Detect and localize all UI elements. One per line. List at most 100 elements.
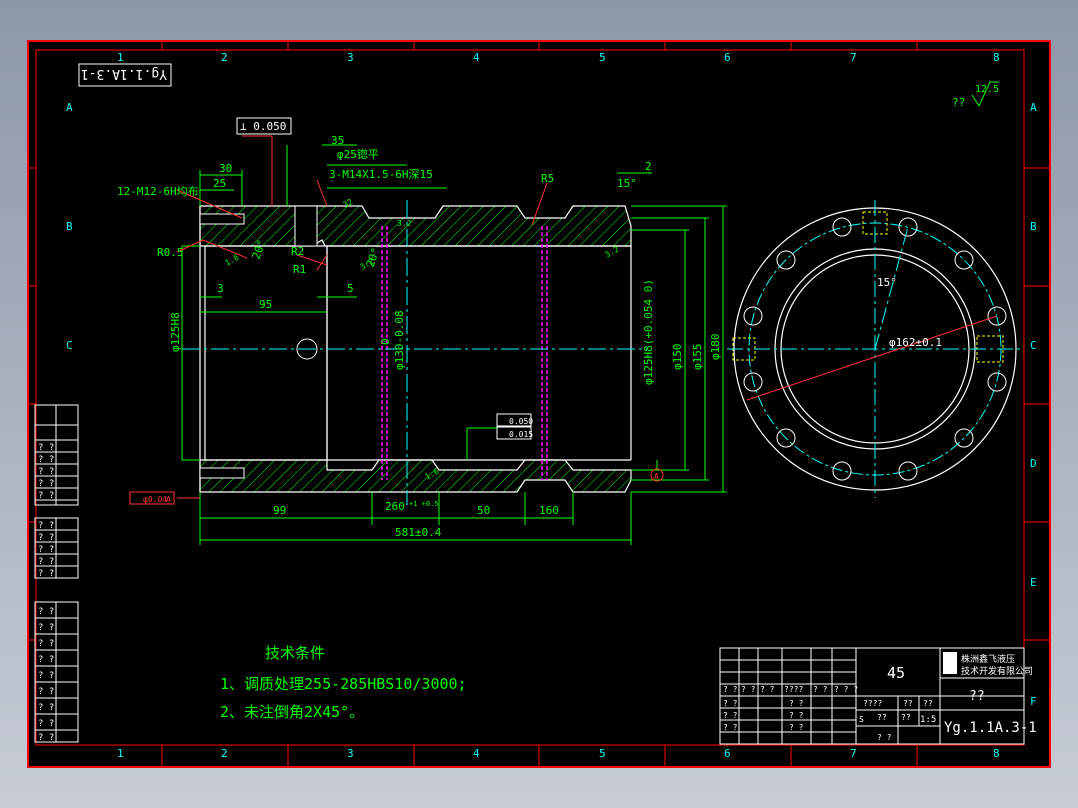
end-thread-bottom — [199, 467, 245, 479]
end-view: φ162±0.1 15° — [727, 200, 1023, 498]
col-bot-1: 1 — [117, 747, 124, 760]
drawing-sheet: 1 2 3 4 5 6 7 8 1 2 3 4 5 6 7 8 A B C A … — [27, 40, 1051, 768]
coax-ref: A — [166, 495, 171, 504]
inner-frame — [35, 49, 1025, 746]
tb-mark: S — [859, 715, 864, 724]
col-top-4: 4 — [473, 51, 480, 64]
dim-r1: R1 — [293, 263, 306, 276]
side-mark: ? ? — [38, 733, 54, 743]
notes-line-2: 2、未注倒角2X45°。 — [220, 703, 364, 721]
dim-160: 160 — [539, 504, 559, 517]
col-bot-7: 7 — [850, 747, 857, 760]
end-view-angle: 15° — [877, 276, 897, 289]
cad-drawing: 1 2 3 4 5 6 7 8 1 2 3 4 5 6 7 8 A B C A … — [27, 40, 1051, 768]
dim-r05: R0.5 — [157, 246, 184, 259]
dim-od-groove-top: 0 — [379, 338, 392, 345]
col-bot-2: 2 — [221, 747, 228, 760]
title-drawing-number: Yg.1.1A.3-1 — [944, 720, 1037, 736]
dim-side-thread: 3-M14X1.5-6H深15 — [329, 168, 433, 181]
tb-mark: ? ? — [813, 685, 828, 694]
row-right-e: E — [1030, 576, 1037, 589]
scale: 1:5 — [920, 715, 936, 725]
roughness-mark: 3.2 — [397, 219, 412, 228]
part-name: ?? — [969, 689, 985, 704]
dim-r2: R2 — [291, 245, 304, 258]
tb-mark: ? ? — [760, 685, 775, 694]
tb-mark: ?? — [903, 699, 913, 708]
col-bot-6: 6 — [724, 747, 731, 760]
lower-wall-hatch — [199, 459, 632, 493]
tb-mark: ?? — [901, 713, 911, 722]
side-port — [294, 205, 318, 247]
side-mark: ? ? — [38, 623, 54, 633]
dim-od-groove: φ130-0.08 — [393, 310, 406, 370]
tb-mark: ?? — [877, 713, 887, 722]
side-mark: ? ? — [38, 687, 54, 697]
notes-title: 技术条件 — [265, 644, 325, 662]
row-right-d: D — [1030, 457, 1037, 470]
outer-frame — [27, 40, 1051, 768]
dim-bore-left: φ125H8 — [169, 312, 182, 352]
dim-5: 5 — [347, 282, 354, 295]
coax-tol: φ0.04 — [143, 495, 167, 504]
col-bot-8: 8 — [993, 747, 1000, 760]
title-block-marks: ?? ?? ? ? ? ? ??? ? ? ? ? ? ? ? ? ? ? ? ?… — [723, 685, 933, 742]
side-mark: ? ? — [38, 671, 54, 681]
dim-2: 2 — [645, 160, 652, 173]
col-bot-4: 4 — [473, 747, 480, 760]
datum-label: A — [654, 472, 659, 481]
tb-mark: ? ? — [723, 723, 738, 732]
company-name-1: 株洲鑫飞液压 — [961, 653, 1015, 665]
dim-95: 95 — [259, 298, 272, 311]
dim-end-thread: 12-M12-6H均布 — [117, 185, 199, 198]
dim-25: 25 — [213, 177, 226, 190]
row-left-b: B — [66, 220, 73, 233]
col-top-8: 8 — [993, 51, 1000, 64]
pcd-leader — [746, 315, 998, 401]
row-right-a: A — [1030, 101, 1037, 114]
dim-35: 35 — [331, 134, 344, 147]
side-mark: ? ? — [38, 639, 54, 649]
company-logo-icon — [943, 652, 957, 674]
upper-wall-hatch — [199, 205, 632, 247]
side-mark: ? ? — [38, 719, 54, 729]
tb-mark: ? ? — [723, 699, 738, 708]
tol-parallel: 0.050 — [509, 417, 533, 426]
side-mark: ? ? — [38, 467, 54, 477]
dim-260: 260 — [385, 500, 405, 513]
technical-notes: 技术条件 1、调质处理255-285HBS10/3000; 2、未注倒角2X45… — [220, 644, 467, 721]
tb-mark: ? ? — [789, 699, 804, 708]
col-bot-5: 5 — [599, 747, 606, 760]
dim-99: 99 — [273, 504, 286, 517]
dim-180: φ180 — [709, 334, 722, 361]
zone-ticks — [28, 41, 1050, 767]
perp-tolerance: ⊥ 0.050 — [240, 120, 286, 133]
notes-line-1: 1、调质处理255-285HBS10/3000; — [220, 675, 467, 693]
col-top-3: 3 — [347, 51, 354, 64]
material: 45 — [887, 664, 905, 682]
port-highlights — [732, 211, 1004, 363]
dim-3: 3 — [217, 282, 224, 295]
section-view — [182, 200, 647, 505]
roughness-mark: 3.2 — [604, 245, 621, 260]
side-mark: ? ? — [38, 533, 54, 543]
dim-spotface: φ25锪平 — [337, 148, 379, 161]
surface-finish-symbol: ?? — [952, 96, 965, 109]
col-top-1: 1 — [117, 51, 124, 64]
end-view-pcd: φ162±0.1 — [889, 336, 942, 349]
tol-cyl: 0.015 — [509, 430, 533, 439]
side-mark: ? ? — [38, 569, 54, 579]
side-mark: ? ? — [38, 703, 54, 713]
dim-bore-right: φ125H8(+0.054 0) — [642, 279, 655, 385]
tb-mark: ? ? — [789, 711, 804, 720]
tb-mark: ? ? — [877, 733, 892, 742]
col-bot-3: 3 — [347, 747, 354, 760]
side-mark: ? ? — [38, 491, 54, 501]
tb-mark: ? ? — [723, 685, 738, 694]
dim-50: 50 — [477, 504, 490, 517]
col-top-7: 7 — [850, 51, 857, 64]
side-mark: ? ? — [38, 455, 54, 465]
tb-mark: ? ? ? — [834, 685, 858, 694]
dim-15deg: 15° — [617, 177, 637, 190]
tb-mark: ? ? — [741, 685, 756, 694]
